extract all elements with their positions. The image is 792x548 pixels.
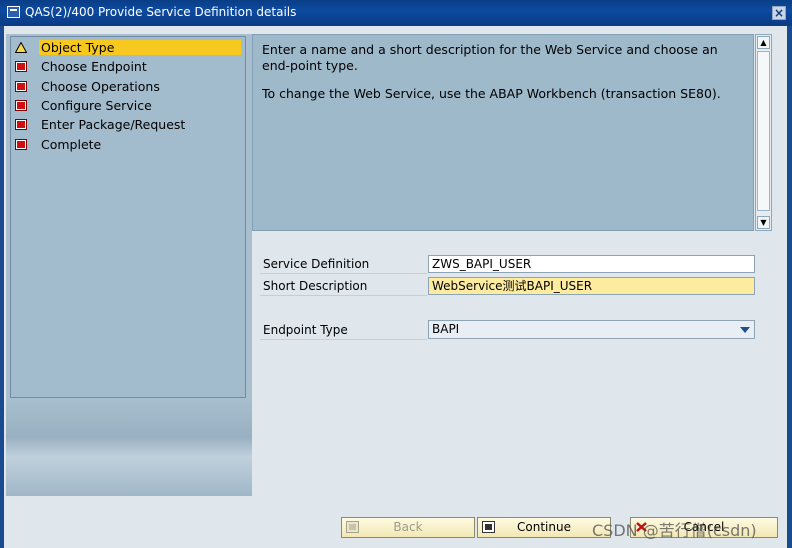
info-scrollbar[interactable]: ▲ ▼ bbox=[755, 34, 772, 231]
back-label: Back bbox=[393, 520, 423, 534]
info-line-2: To change the Web Service, use the ABAP … bbox=[262, 86, 721, 101]
red-square-icon bbox=[15, 119, 27, 130]
step-label: Choose Operations bbox=[41, 79, 160, 94]
endpoint-type-select[interactable]: BAPI bbox=[428, 320, 755, 339]
wizard-steps-list: Object Type Choose Endpoint Choose Opera… bbox=[10, 36, 246, 398]
red-square-icon bbox=[15, 81, 27, 92]
step-object-type[interactable]: Object Type bbox=[15, 39, 243, 57]
endpoint-type-label: Endpoint Type bbox=[260, 321, 427, 340]
back-button[interactable]: Back bbox=[341, 517, 475, 538]
step-configure-service[interactable]: Configure Service bbox=[15, 97, 243, 115]
chevron-down-icon[interactable] bbox=[740, 327, 750, 333]
step-label: Object Type bbox=[39, 40, 241, 55]
warning-triangle-icon bbox=[15, 42, 27, 53]
red-square-icon bbox=[15, 100, 27, 111]
step-choose-endpoint[interactable]: Choose Endpoint bbox=[15, 58, 243, 76]
continue-button[interactable]: Continue bbox=[477, 517, 611, 538]
short-description-label: Short Description bbox=[260, 277, 427, 296]
title-bar: QAS(2)/400 Provide Service Definition de… bbox=[0, 0, 792, 26]
service-definition-label: Service Definition bbox=[260, 255, 427, 274]
scroll-up-icon[interactable]: ▲ bbox=[757, 36, 770, 49]
short-description-input[interactable]: WebService测试BAPI_USER bbox=[428, 277, 755, 295]
window-icon bbox=[7, 6, 20, 18]
info-text-panel: Enter a name and a short description for… bbox=[252, 34, 754, 231]
step-enter-package-request[interactable]: Enter Package/Request bbox=[15, 116, 243, 134]
scroll-thumb[interactable] bbox=[757, 51, 770, 211]
decorative-background bbox=[6, 398, 252, 496]
step-choose-operations[interactable]: Choose Operations bbox=[15, 78, 243, 96]
service-definition-input[interactable]: ZWS_BAPI_USER bbox=[428, 255, 755, 273]
continue-icon bbox=[482, 521, 495, 533]
back-icon bbox=[346, 521, 359, 533]
step-label: Choose Endpoint bbox=[41, 59, 147, 74]
scroll-down-icon[interactable]: ▼ bbox=[757, 216, 770, 229]
endpoint-type-value: BAPI bbox=[432, 322, 460, 336]
window-title: QAS(2)/400 Provide Service Definition de… bbox=[25, 5, 297, 19]
watermark-text: CSDN @苦行僧(csdn) bbox=[592, 521, 757, 540]
close-icon[interactable]: × bbox=[772, 6, 786, 20]
step-complete[interactable]: Complete bbox=[15, 136, 243, 154]
window-border-right bbox=[787, 26, 792, 548]
step-label: Configure Service bbox=[41, 98, 152, 113]
info-line-1: Enter a name and a short description for… bbox=[262, 42, 718, 73]
red-square-icon bbox=[15, 139, 27, 150]
red-square-icon bbox=[15, 61, 27, 72]
step-label: Complete bbox=[41, 137, 102, 152]
step-label: Enter Package/Request bbox=[41, 117, 186, 132]
continue-label: Continue bbox=[517, 520, 571, 534]
